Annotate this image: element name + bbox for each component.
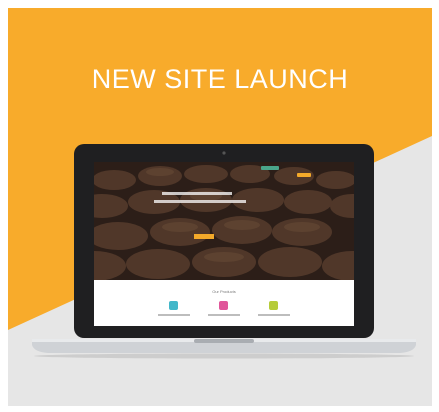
feature-icon bbox=[169, 301, 178, 310]
feature-label bbox=[258, 314, 290, 316]
feature-item bbox=[154, 301, 194, 321]
website-hero bbox=[94, 162, 354, 280]
feature-item bbox=[254, 301, 294, 321]
promo-card: NEW SITE LAUNCH Our Products bbox=[8, 8, 432, 406]
barrels-photo bbox=[94, 162, 354, 280]
laptop-screen: Our Products bbox=[94, 162, 354, 326]
hero-cta-button bbox=[194, 234, 214, 239]
feature-icon bbox=[269, 301, 278, 310]
section-title: Our Products bbox=[212, 289, 236, 294]
feature-label bbox=[208, 314, 240, 316]
hero-subheading-line bbox=[154, 200, 246, 203]
hero-heading-line bbox=[162, 192, 232, 195]
feature-item bbox=[204, 301, 244, 321]
nav-button bbox=[297, 173, 311, 177]
feature-icon bbox=[219, 301, 228, 310]
nav-highlight bbox=[261, 166, 279, 170]
feature-label bbox=[158, 314, 190, 316]
